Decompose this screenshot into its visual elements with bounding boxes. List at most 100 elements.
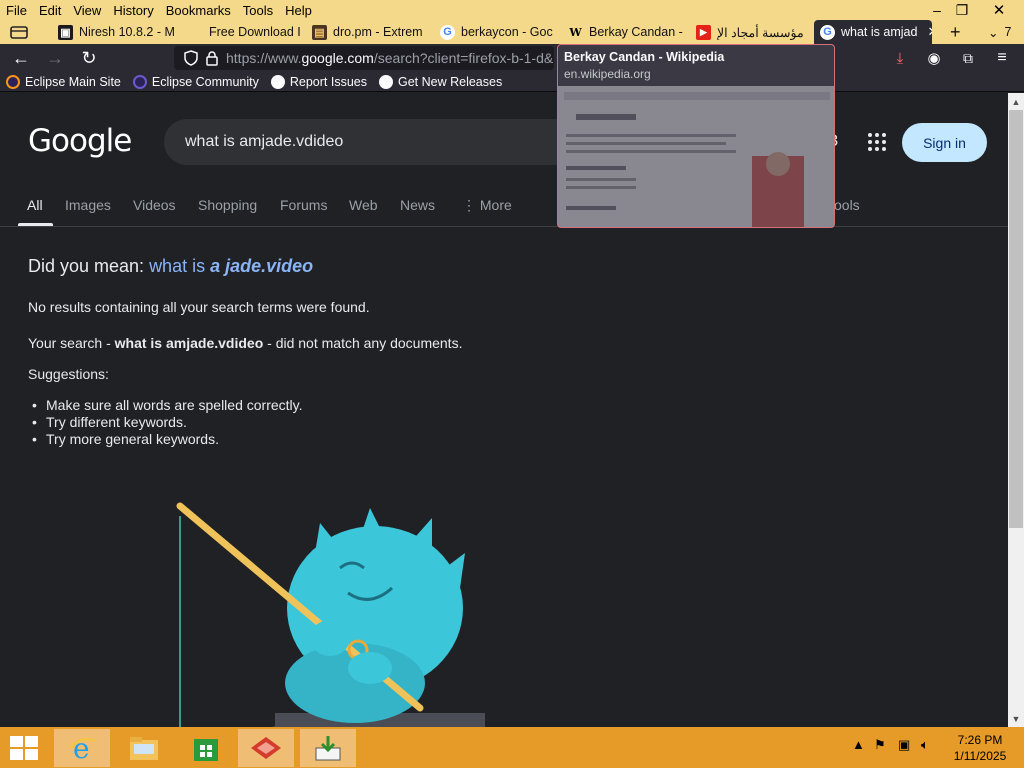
scroll-up-icon[interactable]: ▲ xyxy=(1008,94,1024,110)
chevron-down-icon: ⌄ xyxy=(988,25,999,40)
menu-view[interactable]: View xyxy=(67,3,107,18)
preview-url: en.wikipedia.org xyxy=(564,67,651,81)
tab-niresh[interactable]: ▣ Niresh 10.8.2 - M xyxy=(52,20,178,44)
action-center-flag-icon[interactable]: ⚑ xyxy=(874,737,886,753)
tab-all[interactable]: All xyxy=(27,197,43,213)
tab-hover-preview: Berkay Candan - Wikipedia en.wikipedia.o… xyxy=(557,44,835,228)
bookmark-report-issues[interactable]: Report Issues xyxy=(265,74,373,89)
tab-count: 7 xyxy=(1004,25,1012,39)
taskbar-internet-explorer[interactable]: e xyxy=(54,729,110,767)
menu-history[interactable]: History xyxy=(107,3,159,18)
your-search-text: Your search - what is amjade.vdideo - di… xyxy=(28,335,463,351)
menu-bookmarks[interactable]: Bookmarks xyxy=(160,3,237,18)
github-icon xyxy=(378,74,393,89)
volume-icon[interactable]: 🔈︎ xyxy=(921,737,929,753)
tab-title: Niresh 10.8.2 - M xyxy=(79,25,175,39)
bookmarks-toolbar: Eclipse Main Site Eclipse Community Repo… xyxy=(0,72,1024,92)
bookmark-label: Eclipse Community xyxy=(151,74,259,89)
bookmark-label: Report Issues xyxy=(289,74,367,89)
back-button[interactable]: ← xyxy=(10,48,32,68)
tab-more[interactable]: ⋮ More xyxy=(462,197,512,214)
tab-title: مؤسسة أمجاد الإ xyxy=(717,25,804,40)
tools-button[interactable]: ools xyxy=(834,197,860,213)
tab-videos[interactable]: Videos xyxy=(133,197,176,213)
forward-button[interactable]: → xyxy=(44,48,66,68)
windows-taskbar: e ▲ ⚑ ▣ 🔈︎ 7:26 PM 1/11/2025 xyxy=(0,727,1024,768)
system-clock[interactable]: 7:26 PM 1/11/2025 xyxy=(948,732,1012,764)
lock-icon xyxy=(206,50,218,66)
tab-dropm[interactable]: ▤ dro.pm - Extrem xyxy=(306,20,430,44)
back-arrow-icon: ← xyxy=(12,47,30,68)
tab-title: berkaycon - Goc xyxy=(461,25,553,39)
downloads-button[interactable]: ⤓ xyxy=(889,48,911,68)
scrollbar-thumb[interactable] xyxy=(1009,110,1023,528)
tab-wikipedia[interactable]: W Berkay Candan - xyxy=(562,20,686,44)
menu-help[interactable]: Help xyxy=(279,3,318,18)
tab-shopping[interactable]: Shopping xyxy=(198,197,257,213)
tab-google-search[interactable]: G what is amjad ✕ xyxy=(814,20,932,44)
suggested-query-link[interactable]: what is a jade.video xyxy=(149,256,313,276)
taskbar-downloader[interactable] xyxy=(300,729,356,767)
bookmark-get-new-releases[interactable]: Get New Releases xyxy=(373,74,508,89)
account-button[interactable]: ◉ xyxy=(923,48,945,68)
suggestions-list: Make sure all words are spelled correctl… xyxy=(32,397,303,448)
taskbar-store[interactable] xyxy=(178,729,234,767)
taskbar-firefox[interactable] xyxy=(238,729,294,767)
no-results-text: No results containing all your search te… xyxy=(28,299,370,315)
github-icon xyxy=(270,74,285,89)
tab-images[interactable]: Images xyxy=(65,197,111,213)
tab-web[interactable]: Web xyxy=(349,197,378,213)
bookmark-eclipse-community[interactable]: Eclipse Community xyxy=(127,74,265,89)
tab-free-download[interactable]: Free Download I xyxy=(182,20,300,44)
tab-news[interactable]: News xyxy=(400,197,435,213)
sign-in-button[interactable]: Sign in xyxy=(902,123,987,162)
close-tab-icon[interactable]: ✕ xyxy=(927,24,932,40)
tab-bar: ▣ Niresh 10.8.2 - M Free Download I ▤ dr… xyxy=(0,20,1024,44)
tab-overview-button[interactable] xyxy=(4,20,34,44)
bookmark-eclipse-main[interactable]: Eclipse Main Site xyxy=(0,74,127,89)
internet-explorer-icon: e xyxy=(69,733,96,763)
close-window-button[interactable]: ✕ xyxy=(982,0,1016,20)
store-icon xyxy=(194,739,218,761)
windows-start-icon[interactable] xyxy=(10,736,38,760)
bookmark-label: Get New Releases xyxy=(397,74,503,89)
app-menu-button[interactable]: ≡ xyxy=(991,48,1013,68)
forward-arrow-icon: → xyxy=(46,47,64,68)
tab-berkaycon[interactable]: G berkaycon - Goc xyxy=(434,20,558,44)
tab-list-icon xyxy=(10,26,28,39)
search-input[interactable]: what is amjade.vdideo xyxy=(164,119,584,165)
eclipse-icon xyxy=(132,74,147,89)
network-icon[interactable]: ▣ xyxy=(898,737,910,753)
tab-title: Berkay Candan - xyxy=(589,25,683,39)
preview-thumbnail xyxy=(558,86,834,227)
suggestion-item: Try more general keywords. xyxy=(32,431,303,448)
shield-icon xyxy=(184,50,198,66)
taskbar-file-explorer[interactable] xyxy=(116,729,172,767)
menu-edit[interactable]: Edit xyxy=(33,3,67,18)
google-logo[interactable]: Google xyxy=(28,123,132,159)
tab-list-button[interactable]: ⌄ 7 xyxy=(982,20,1022,44)
tab-title: what is amjad xyxy=(841,25,918,39)
google-apps-icon[interactable] xyxy=(868,133,888,153)
tab-amjad[interactable]: ▶ مؤسسة أمجاد الإ xyxy=(690,20,814,44)
tab-forums[interactable]: Forums xyxy=(280,197,327,213)
reload-button[interactable]: ↻ xyxy=(78,48,100,68)
puzzle-icon: ⧉ xyxy=(963,49,973,66)
suggestion-item: Try different keywords. xyxy=(32,414,303,431)
show-hidden-icons[interactable]: ▲ xyxy=(852,737,865,752)
navigation-toolbar: ← → ↻ https://www.google.com/search?clie… xyxy=(0,44,1024,72)
preview-title: Berkay Candan - Wikipedia xyxy=(564,50,725,64)
extensions-button[interactable]: ⧉ xyxy=(957,48,979,68)
download-tray-icon xyxy=(315,736,341,761)
folder-icon xyxy=(130,737,158,760)
tab-title: Free Download I xyxy=(209,25,300,39)
suggestions-label: Suggestions: xyxy=(28,366,109,382)
menu-file[interactable]: File xyxy=(0,3,33,18)
scroll-down-icon[interactable]: ▼ xyxy=(1008,711,1024,727)
restore-button[interactable]: ❐ xyxy=(945,0,979,20)
url-bar[interactable]: https://www.google.com/search?client=fir… xyxy=(174,46,554,70)
url-text: https://www.google.com/search?client=fir… xyxy=(226,50,554,66)
menu-tools[interactable]: Tools xyxy=(237,3,279,18)
menu-bar: File Edit View History Bookmarks Tools H… xyxy=(0,0,1024,20)
new-tab-button[interactable]: + xyxy=(944,20,972,44)
